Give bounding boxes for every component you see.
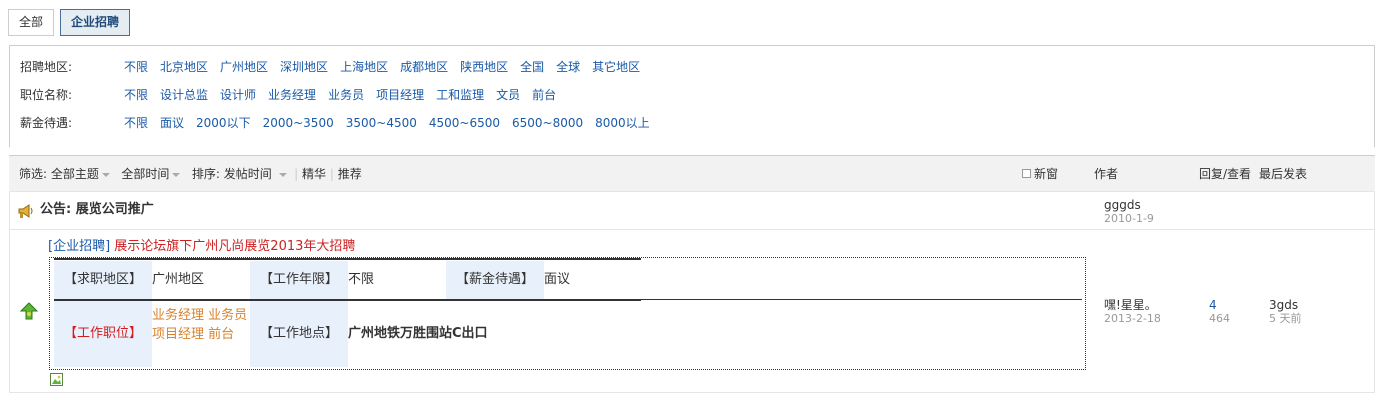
location-label: 【工作地点】 <box>250 301 348 367</box>
announcement-subject[interactable]: 展览公司推广 <box>76 202 154 217</box>
filter-position-option[interactable]: 设计总监 <box>160 85 208 105</box>
filter-row-region: 招聘地区: 不限 北京地区 广州地区 深圳地区 上海地区 成都地区 陕西地区 全… <box>20 57 652 77</box>
filter-position-option[interactable]: 业务经理 <box>268 85 316 105</box>
filter-salary-option[interactable]: 2000~3500 <box>263 113 334 133</box>
divider <box>54 258 641 260</box>
filter-salary-option[interactable]: 4500~6500 <box>429 113 500 133</box>
filter-salary-label: 薪金待遇: <box>20 116 73 130</box>
digest-link[interactable]: 精华 <box>302 167 326 181</box>
all-time-dropdown[interactable]: 全部时间 <box>121 167 181 181</box>
region-value: 广州地区 <box>152 272 205 287</box>
author-name[interactable]: gggds <box>1104 198 1154 212</box>
filter-label: 筛选: <box>19 167 48 181</box>
location-value: 广州地铁万胜围站C出口 <box>348 326 488 341</box>
image-attachment-icon <box>50 373 63 386</box>
filter-position-option[interactable]: 前台 <box>532 85 556 105</box>
new-window-label: 新窗 <box>1034 167 1059 181</box>
chevron-down-icon <box>101 172 110 177</box>
chevron-down-icon <box>172 172 181 177</box>
salary-value: 面议 <box>544 272 571 287</box>
region-label: 【求职地区】 <box>54 261 152 299</box>
filter-position-label: 职位名称: <box>20 88 73 102</box>
filter-region-option[interactable]: 深圳地区 <box>280 57 328 77</box>
filter-region-label: 招聘地区: <box>20 60 73 74</box>
filter-region-option[interactable]: 全国 <box>520 57 544 77</box>
tab-bar: 全部 企业招聘 <box>8 9 136 36</box>
announcement-row: 公告: 展览公司推广 gggds 2010-1-9 <box>9 192 1375 230</box>
post-date: 2010-1-9 <box>1104 212 1154 225</box>
col-last-post: 最后发表 <box>1259 167 1308 181</box>
filter-salary-option[interactable]: 不限 <box>124 113 148 133</box>
last-post-time[interactable]: 5 天前 <box>1269 312 1302 326</box>
up-arrow-icon <box>20 302 38 320</box>
filter-salary-option[interactable]: 8000以上 <box>595 113 650 133</box>
announcement-title[interactable]: 公告: 展览公司推广 <box>40 192 154 228</box>
last-post: 3gds 5 天前 <box>1269 298 1302 326</box>
author-name[interactable]: 嘿!星星。 <box>1104 298 1161 312</box>
filter-position-option[interactable]: 业务员 <box>328 85 364 105</box>
all-topics-dropdown[interactable]: 全部主题 <box>51 167 110 181</box>
post-date: 2013-2-18 <box>1104 312 1161 325</box>
job-info-box: 【求职地区】 广州地区 【工作年限】 不限 【薪金待遇】 面议 【工作职位】 业… <box>49 257 1086 370</box>
filter-panel: 招聘地区: 不限 北京地区 广州地区 深圳地区 上海地区 成都地区 陕西地区 全… <box>9 45 1375 147</box>
new-window-toggle[interactable]: 新窗 <box>1022 156 1058 192</box>
col-author: 作者 <box>1094 167 1119 181</box>
thread-stats: 4 464 <box>1209 298 1230 326</box>
tab-all[interactable]: 全部 <box>8 9 55 36</box>
position-label: 【工作职位】 <box>54 301 152 367</box>
chevron-down-icon <box>278 172 287 177</box>
megaphone-icon <box>18 204 33 218</box>
filter-region-option[interactable]: 成都地区 <box>400 57 448 77</box>
last-post-author[interactable]: 3gds <box>1269 298 1302 312</box>
recommend-link[interactable]: 推荐 <box>338 167 362 181</box>
filter-position-option[interactable]: 文员 <box>496 85 520 105</box>
years-label: 【工作年限】 <box>250 261 348 299</box>
view-count: 464 <box>1209 312 1230 325</box>
tab-enterprise-recruitment[interactable]: 企业招聘 <box>60 9 131 36</box>
filter-salary-option[interactable]: 3500~4500 <box>346 113 417 133</box>
filter-region-option[interactable]: 不限 <box>124 57 148 77</box>
reply-count[interactable]: 4 <box>1209 298 1230 312</box>
filter-position-option[interactable]: 不限 <box>124 85 148 105</box>
sort-dropdown[interactable]: 发帖时间 <box>224 167 287 181</box>
filter-controls: 筛选: 全部主题 全部时间 排序: 发帖时间 | 精华 | 推荐 <box>19 156 362 192</box>
col-replies-views: 回复/查看 <box>1199 167 1252 181</box>
filter-region-option[interactable]: 广州地区 <box>220 57 268 77</box>
new-window-checkbox[interactable] <box>1022 169 1031 178</box>
filter-region-option[interactable]: 北京地区 <box>160 57 208 77</box>
filter-region-option[interactable]: 全球 <box>556 57 580 77</box>
filter-salary-option[interactable]: 面议 <box>160 113 184 133</box>
thread-list-header: 筛选: 全部主题 全部时间 排序: 发帖时间 | 精华 | 推荐 新窗 作者 回… <box>9 155 1375 192</box>
divider: | <box>329 167 334 181</box>
filter-salary-option[interactable]: 6500~8000 <box>512 113 583 133</box>
filter-row-position: 职位名称: 不限 设计总监 设计师 业务经理 业务员 项目经理 工和监理 文员 … <box>20 85 568 105</box>
thread-title[interactable]: [企业招聘] 展示论坛旗下广州凡尚展览2013年大招聘 <box>48 238 355 256</box>
thread-row: [企业招聘] 展示论坛旗下广州凡尚展览2013年大招聘 【求职地区】 广州地区 … <box>9 230 1375 393</box>
filter-region-option[interactable]: 陕西地区 <box>460 57 508 77</box>
thread-author: 嘿!星星。 2013-2-18 <box>1104 298 1161 326</box>
years-value: 不限 <box>348 272 375 287</box>
divider: | <box>294 167 299 181</box>
filter-salary-option[interactable]: 2000以下 <box>196 113 251 133</box>
sort-label: 排序: <box>191 167 220 181</box>
thread-category[interactable]: [企业招聘] <box>48 239 110 254</box>
salary-label: 【薪金待遇】 <box>446 261 544 299</box>
thread-subject[interactable]: 展示论坛旗下广州凡尚展览2013年大招聘 <box>114 239 355 254</box>
filter-position-option[interactable]: 项目经理 <box>376 85 424 105</box>
position-value: 业务经理 业务员 项目经理 前台 <box>152 308 248 342</box>
announcement-prefix: 公告: <box>40 202 72 217</box>
announcement-author: gggds 2010-1-9 <box>1104 198 1154 226</box>
filter-row-salary: 薪金待遇: 不限 面议 2000以下 2000~3500 3500~4500 4… <box>20 113 662 133</box>
filter-position-option[interactable]: 设计师 <box>220 85 256 105</box>
filter-position-option[interactable]: 工和监理 <box>436 85 484 105</box>
filter-region-option[interactable]: 上海地区 <box>340 57 388 77</box>
filter-region-option[interactable]: 其它地区 <box>592 57 640 77</box>
